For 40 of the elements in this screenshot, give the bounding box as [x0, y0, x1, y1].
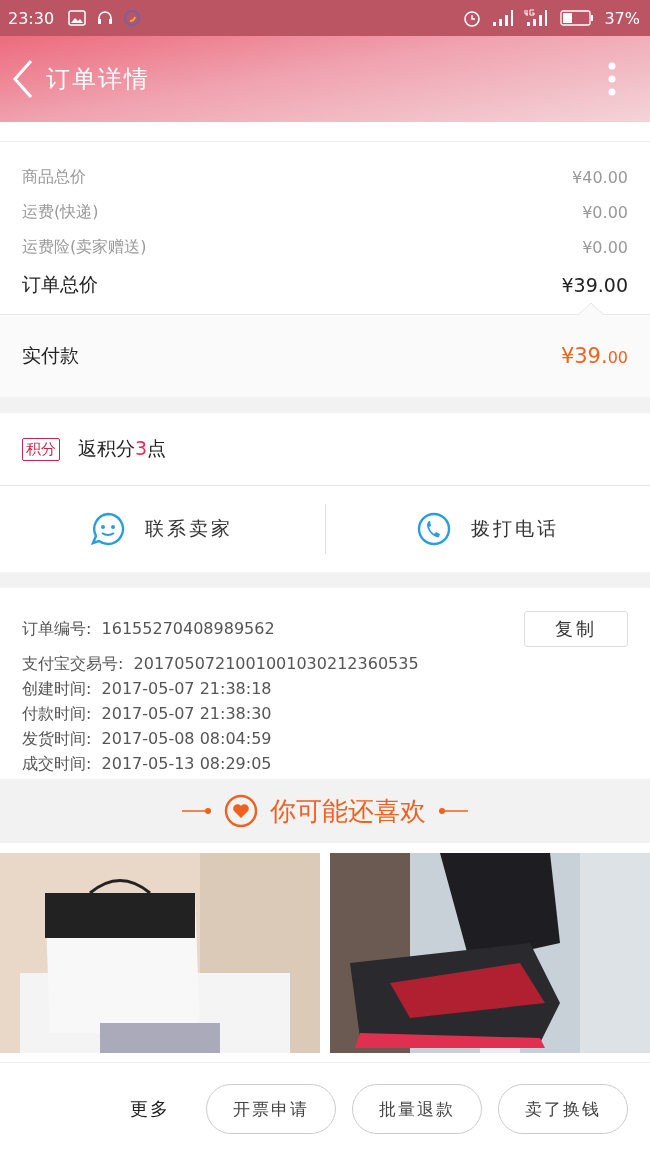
phone-app-icon	[124, 9, 141, 27]
headset-icon	[96, 9, 115, 27]
back-icon[interactable]	[12, 59, 34, 99]
arrow-line-icon	[182, 807, 212, 815]
info-text: 支付宝交易号: 2017050721001001030212360535	[22, 654, 419, 675]
section-title: 你可能还喜欢	[270, 794, 426, 828]
more-button[interactable]: 更多	[110, 1096, 190, 1122]
info-text: 成交时间: 2017-05-13 08:29:05	[22, 754, 272, 775]
alarm-icon	[462, 8, 483, 28]
action-button[interactable]: 批量退款	[352, 1084, 482, 1134]
price-label: 运费(快递)	[22, 202, 99, 223]
image-icon	[68, 10, 87, 26]
contact-button[interactable]: 联系卖家	[0, 486, 325, 572]
status-time: 23:30	[8, 8, 55, 28]
price-label: 运费险(卖家赠送)	[22, 237, 147, 258]
battery-icon	[560, 10, 595, 26]
paid-amount: ¥39.00	[560, 344, 628, 368]
price-value: ¥0.00	[582, 203, 628, 222]
info-text: 发货时间: 2017-05-08 08:04:59	[22, 729, 272, 750]
paid-label: 实付款	[22, 343, 79, 368]
info-text: 订单编号: 16155270408989562	[22, 618, 275, 640]
price-value: ¥40.00	[572, 168, 628, 187]
battery-percent: 37%	[604, 8, 640, 28]
signal-icon	[492, 9, 515, 27]
arrow-line-icon	[438, 807, 468, 815]
points-text: 返积分3点	[78, 436, 167, 461]
price-label: 订单总价	[22, 271, 98, 297]
chat-bubble-icon	[91, 512, 126, 546]
info-text: 付款时间: 2017-05-07 21:38:30	[22, 704, 272, 725]
info-text: 创建时间: 2017-05-07 21:38:18	[22, 679, 272, 700]
action-button[interactable]: 卖了换钱	[498, 1084, 628, 1134]
price-value: ¥0.00	[582, 238, 628, 257]
price-label: 商品总价	[22, 167, 86, 188]
phone-icon	[416, 512, 451, 546]
action-button[interactable]: 开票申请	[206, 1084, 336, 1134]
price-value: ¥39.00	[561, 273, 628, 296]
copy-button[interactable]: 复制	[524, 611, 628, 647]
page-title: 订单详情	[46, 64, 150, 95]
contact-button[interactable]: 拨打电话	[325, 486, 650, 572]
points-badge: 积分	[22, 437, 60, 461]
